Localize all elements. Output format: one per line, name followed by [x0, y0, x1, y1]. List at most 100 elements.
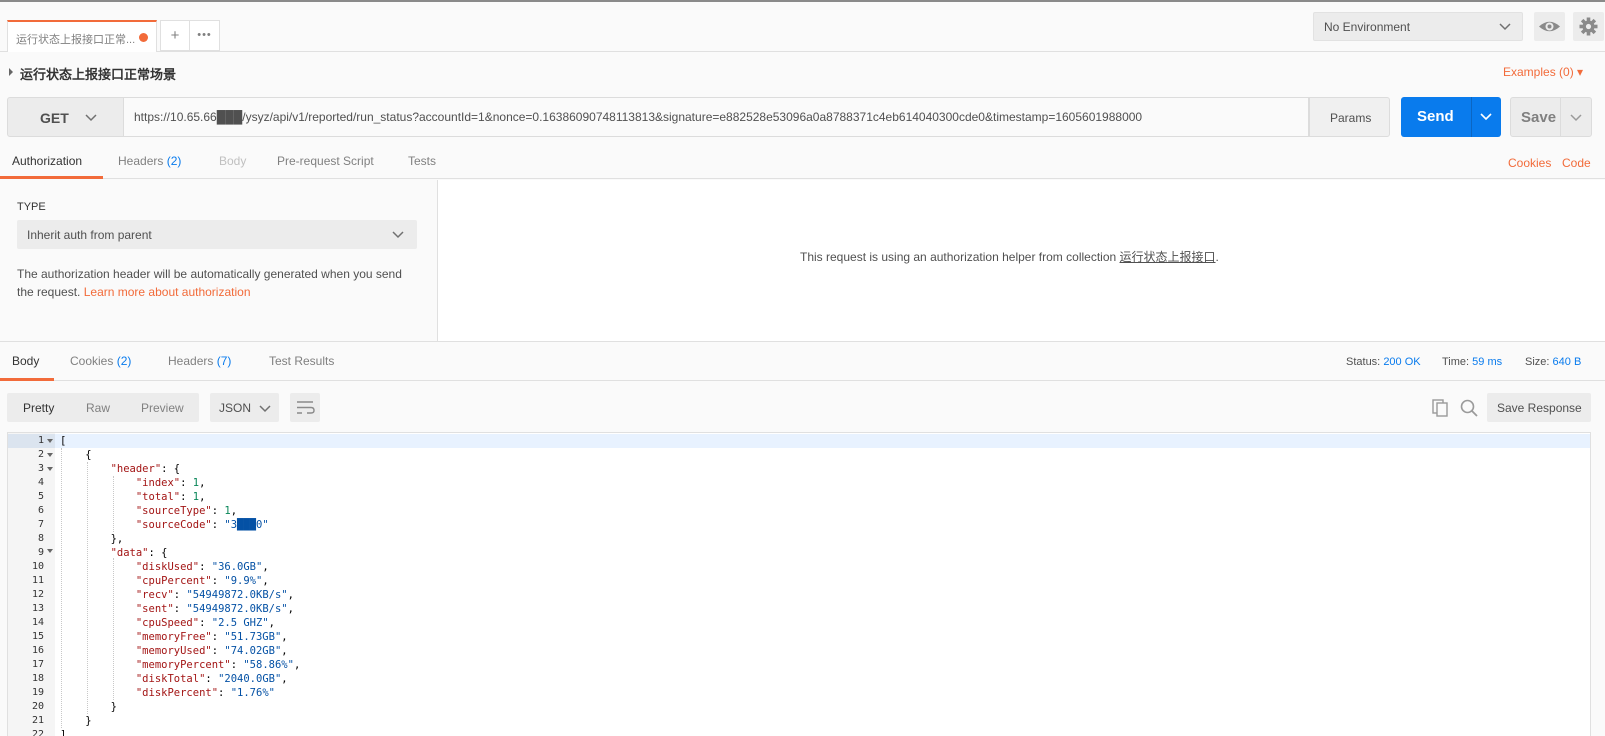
eye-icon	[1539, 21, 1560, 32]
save-response-label: Save Response	[1497, 401, 1582, 415]
method-select[interactable]: GET	[7, 97, 124, 137]
tab-body[interactable]: Body	[219, 154, 246, 168]
json-value: 36.0GB	[218, 561, 256, 573]
json-value: 74.02GB	[230, 645, 275, 657]
params-button[interactable]: Params	[1309, 97, 1390, 137]
json-value: 1	[192, 477, 200, 489]
line-number: 14	[31, 617, 44, 628]
active-line-highlight	[55, 434, 1590, 448]
json-value: 1.76%	[237, 687, 269, 699]
code-line: [	[60, 435, 67, 447]
send-button-label: Send	[1417, 108, 1454, 125]
code-line: }	[60, 715, 92, 727]
url-input-value: https://10.65.66███/ysyz/api/v1/reported…	[134, 110, 1143, 124]
window-top-border	[0, 0, 1605, 2]
expand-arrow-icon[interactable]	[9, 68, 13, 76]
code-line: "memoryUsed": "74.02GB",	[135, 645, 288, 657]
fold-arrow-icon[interactable]	[47, 549, 53, 553]
line-number: 12	[31, 589, 44, 600]
raw-button[interactable]: Raw	[86, 401, 110, 415]
code-line: "data": {	[110, 547, 168, 559]
request-name[interactable]: 运行状态上报接口正常场景	[20, 64, 176, 83]
tab-headers-count: (2)	[166, 154, 182, 168]
status-label: Status:	[1346, 356, 1381, 368]
line-number: 10	[31, 561, 44, 572]
auth-helper-text: This request is using an authorization h…	[800, 250, 1120, 264]
auth-type-select[interactable]: Inherit auth from parent	[17, 220, 417, 249]
fold-arrow-icon[interactable]	[47, 453, 53, 457]
json-value: 54949872.0KB/s	[192, 589, 282, 601]
tab-tests[interactable]: Tests	[408, 154, 436, 168]
cookies-link[interactable]: Cookies	[1508, 156, 1551, 170]
wrap-lines-button[interactable]	[290, 393, 320, 422]
chevron-down-icon[interactable]	[1479, 109, 1493, 123]
params-button-label: Params	[1330, 111, 1372, 125]
line-number: 17	[31, 659, 44, 670]
collection-link[interactable]: 运行状态上报接口	[1120, 250, 1216, 264]
line-number: 8	[37, 533, 44, 544]
line-number: 22	[31, 729, 44, 736]
save-response-button[interactable]: Save Response	[1487, 393, 1591, 422]
json-value: 9.9%	[230, 575, 256, 587]
method-value: GET	[40, 110, 69, 126]
code-line: ]	[60, 729, 67, 736]
save-button[interactable]: Save	[1510, 97, 1592, 137]
size-value: 640 B	[1552, 356, 1582, 368]
code-line: "cpuPercent": "9.9%",	[135, 575, 269, 587]
line-number: 4	[37, 477, 44, 488]
json-value: 2040.0GB	[224, 673, 275, 685]
gear-icon	[1579, 17, 1598, 36]
tab-authorization[interactable]: Authorization	[12, 154, 82, 168]
unsaved-dot-icon	[139, 33, 148, 42]
fold-arrow-icon[interactable]	[47, 467, 53, 471]
more-tabs-button[interactable]: •••	[189, 20, 220, 51]
line-number: 15	[31, 631, 44, 642]
line-number: 1	[37, 435, 44, 446]
active-tab-indicator	[0, 176, 103, 179]
request-tab[interactable]: 运行状态上报接口正常...	[7, 20, 157, 52]
search-icon[interactable]	[1459, 398, 1479, 418]
time-value: 59 ms	[1472, 356, 1503, 368]
code-line: "diskPercent": "1.76%"	[135, 687, 275, 699]
line-number: 18	[31, 673, 44, 684]
response-body-editor[interactable]: 1 2 3 4 5 6 7 8 9 10 11 12 13 14 15 16 17 18 19 20 21 22 [ { …	[7, 432, 1591, 736]
copy-icon[interactable]	[1430, 398, 1450, 418]
line-number: 9	[37, 547, 44, 558]
line-number: 19	[31, 687, 44, 698]
tab-response-cookies-count: (2)	[116, 354, 132, 368]
fold-arrow-icon[interactable]	[47, 439, 53, 443]
code-line: "sourceCode": "3███0"	[135, 519, 269, 531]
line-number: 13	[31, 603, 44, 614]
code-link[interactable]: Code	[1562, 156, 1591, 170]
send-button[interactable]: Send	[1401, 97, 1501, 137]
json-value: 1	[224, 505, 231, 517]
preview-button[interactable]: Preview	[141, 401, 184, 415]
new-tab-button[interactable]: +	[160, 20, 190, 51]
wrap-lines-icon	[297, 401, 315, 414]
url-input[interactable]: https://10.65.66███/ysyz/api/v1/reported…	[124, 97, 1309, 137]
chevron-down-icon	[259, 405, 271, 413]
auth-type-value: Inherit auth from parent	[27, 228, 152, 242]
line-number: 11	[31, 575, 44, 586]
settings-button[interactable]	[1573, 12, 1604, 41]
tab-response-cookies[interactable]: Cookies (2)	[70, 354, 131, 368]
json-value: 3███0	[230, 519, 263, 531]
tab-headers[interactable]: Headers (2)	[118, 154, 181, 168]
tab-response-headers[interactable]: Headers (7)	[168, 354, 231, 368]
tab-response-body[interactable]: Body	[12, 354, 39, 368]
format-select[interactable]: JSON	[210, 393, 279, 422]
format-select-value: JSON	[219, 401, 252, 415]
tab-prerequest-script[interactable]: Pre-request Script	[277, 154, 374, 168]
pretty-button[interactable]: Pretty	[23, 401, 54, 415]
examples-dropdown[interactable]: Examples (0) ▾	[1503, 65, 1583, 79]
json-value: 1	[192, 491, 200, 503]
chevron-down-icon[interactable]	[1569, 110, 1583, 124]
learn-more-auth-link[interactable]: Learn more about authorization	[84, 285, 251, 299]
view-mode-group: Pretty Raw Preview	[7, 393, 199, 422]
environment-quick-look-button[interactable]	[1534, 12, 1565, 41]
environment-select[interactable]: No Environment	[1313, 12, 1523, 41]
code-line: "sent": "54949872.0KB/s",	[135, 603, 294, 615]
size-label: Size:	[1525, 356, 1550, 368]
size-readout: Size: 640 B	[1525, 356, 1581, 368]
tab-test-results[interactable]: Test Results	[269, 354, 334, 368]
